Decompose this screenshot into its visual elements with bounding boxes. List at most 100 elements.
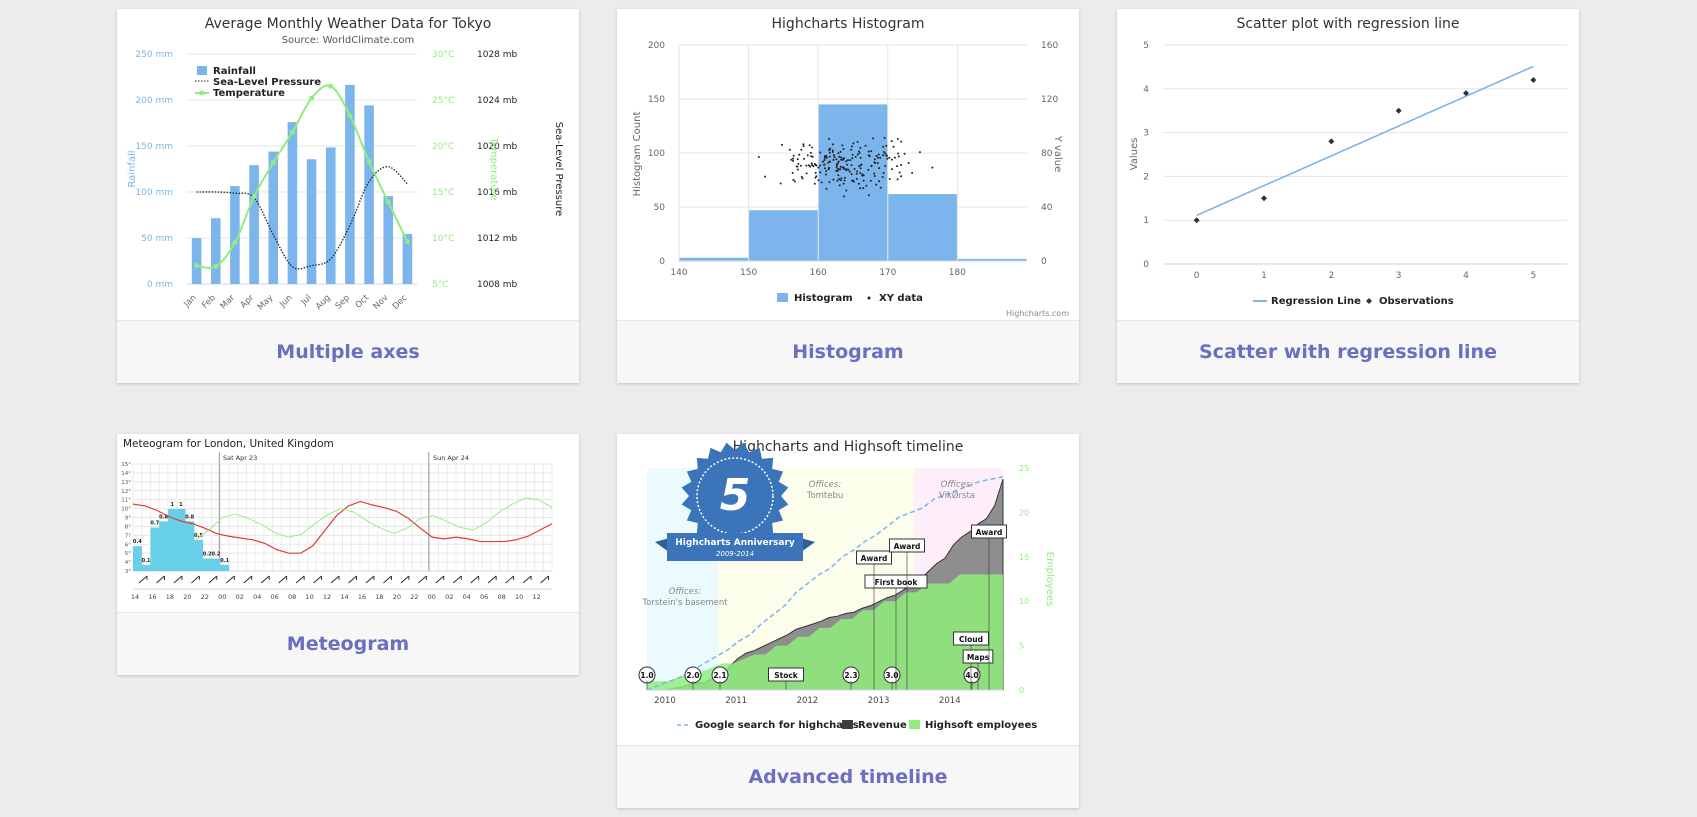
precipitation-label: 0.2	[211, 552, 220, 558]
card-caption-advanced-timeline[interactable]: Advanced timeline	[617, 745, 1079, 808]
card-caption-scatter-regression[interactable]: Scatter with regression line	[1117, 320, 1579, 383]
chart-card-histogram[interactable]: Highcharts Histogram Histogram Count Y v…	[617, 9, 1079, 383]
xy-data-point	[800, 148, 803, 151]
chart-card-meteogram[interactable]: Meteogram for London, United Kingdom 3° 4…	[117, 434, 579, 675]
xy-data-point	[809, 151, 812, 154]
legend-item-temperature[interactable]: Temperature	[213, 88, 285, 99]
xy-data-point	[885, 154, 888, 157]
xy-data-point	[882, 172, 885, 175]
legend-item-employees[interactable]: Highsoft employees	[925, 720, 1037, 731]
badge-number: 5	[720, 470, 751, 521]
card-caption-multiple-axes[interactable]: Multiple axes	[117, 320, 579, 383]
xy-data-point	[835, 166, 838, 169]
wind-arrow	[470, 575, 480, 584]
flag-label: Award	[976, 528, 1003, 537]
x-tick-label: 16	[148, 593, 156, 601]
y-tick-label: 150	[648, 95, 665, 105]
xy-data-point	[850, 173, 853, 176]
xy-data-point	[850, 145, 853, 148]
xy-data-point	[802, 145, 805, 148]
wind-arrow	[505, 575, 514, 584]
rainfall-bar	[364, 105, 374, 284]
wind-arrow	[313, 575, 322, 584]
wind-arrow	[348, 575, 357, 584]
x-tick-label: 08	[497, 593, 505, 601]
y-tick-label: 1	[1143, 216, 1149, 226]
precipitation-bar	[159, 521, 169, 571]
histogram-bar	[749, 210, 818, 261]
x-tick-label: 0	[1194, 271, 1200, 281]
xy-data-point	[836, 162, 839, 165]
xy-data-point	[814, 163, 817, 166]
rainfall-tick-label: 100 mm	[135, 188, 173, 198]
xy-data-point	[837, 174, 840, 177]
xy-data-point	[858, 151, 861, 154]
xy-data-point	[838, 155, 841, 158]
legend-item-histogram[interactable]: Histogram	[794, 293, 853, 304]
temperature-tick-label: 10°C	[432, 234, 454, 244]
x-tick-label: 10	[305, 593, 313, 601]
precipitation-bar	[211, 558, 221, 571]
xy-data-point	[888, 178, 891, 181]
y-tick-label: 50	[654, 203, 666, 213]
chart-card-advanced-timeline[interactable]: Highcharts and Highsoft timeline 5 Highch…	[617, 434, 1079, 808]
chart-card-scatter-regression[interactable]: Scatter plot with regression line Values…	[1117, 9, 1579, 383]
xy-data-point	[845, 160, 848, 163]
rainfall-tick-label: 150 mm	[135, 142, 173, 152]
office-label: Offices:	[941, 480, 974, 490]
legend-item-google-search[interactable]: Google search for highcharts	[695, 720, 859, 731]
legend-item-xy-data[interactable]: XY data	[879, 293, 923, 304]
employees-tick-label: 0	[1019, 686, 1024, 695]
xy-data-point	[828, 151, 831, 154]
x-tick-label: 22	[201, 593, 209, 601]
xy-data-point	[837, 152, 840, 155]
wind-arrow	[400, 575, 410, 584]
values-axis-title: Values	[1129, 138, 1140, 171]
xy-data-point	[828, 137, 831, 140]
legend-item-regression[interactable]: Regression Line	[1271, 296, 1361, 307]
wind-arrow	[522, 575, 532, 584]
xy-data-point	[802, 143, 805, 146]
xy-data-point	[833, 156, 836, 159]
precipitation-bar	[150, 527, 160, 571]
xy-data-point	[931, 166, 934, 169]
x-tick-label: 14	[131, 593, 139, 601]
xy-data-point	[907, 161, 910, 164]
xy-data-point	[821, 160, 824, 163]
xy-data-point	[879, 186, 882, 189]
xy-data-point	[885, 144, 888, 147]
xy-data-point	[840, 177, 843, 180]
legend-item-revenue[interactable]: Revenue	[858, 720, 907, 731]
temperature-point	[270, 160, 276, 166]
rainfall-tick-label: 50 mm	[141, 234, 173, 244]
x-tick-label: 2014	[939, 696, 961, 706]
xy-data-point	[837, 160, 840, 163]
rainfall-bar	[210, 218, 221, 284]
chart-title: Scatter plot with regression line	[1236, 16, 1459, 32]
x-tick-label: 16	[358, 593, 366, 601]
legend-item-pressure[interactable]: Sea-Level Pressure	[213, 77, 321, 88]
x-tick-label: 06	[480, 593, 488, 601]
flag-label: 4.0	[965, 671, 978, 680]
xy-data-point	[843, 195, 846, 198]
chart-credit[interactable]: Highcharts.com	[1006, 309, 1069, 318]
x-tick-label: 02	[445, 593, 453, 601]
chart-card-multiple-axes[interactable]: Average Monthly Weather Data for Tokyo S…	[117, 9, 579, 383]
timeline-chart: Highcharts and Highsoft timeline 5 Highch…	[638, 439, 1055, 731]
temperature-line	[196, 84, 409, 270]
card-caption-meteogram[interactable]: Meteogram	[117, 612, 579, 675]
y-tick-label: 0	[659, 257, 665, 267]
xy-data-point	[823, 159, 826, 162]
x-tick-label: Feb	[200, 293, 218, 311]
chart-title: Highcharts Histogram	[772, 16, 925, 32]
xy-data-point	[817, 166, 820, 169]
card-caption-histogram[interactable]: Histogram	[617, 320, 1079, 383]
chart-legend: Rainfall Sea-Level Pressure Temperature	[195, 66, 321, 99]
legend-item-observations[interactable]: Observations	[1379, 296, 1454, 307]
wind-arrow	[260, 575, 270, 584]
x-tick-label: 12	[532, 593, 540, 601]
temperature-point	[309, 95, 315, 101]
xy-data-point	[881, 176, 884, 179]
legend-item-rainfall[interactable]: Rainfall	[213, 66, 256, 77]
y-tick-label: 4	[1143, 85, 1149, 95]
